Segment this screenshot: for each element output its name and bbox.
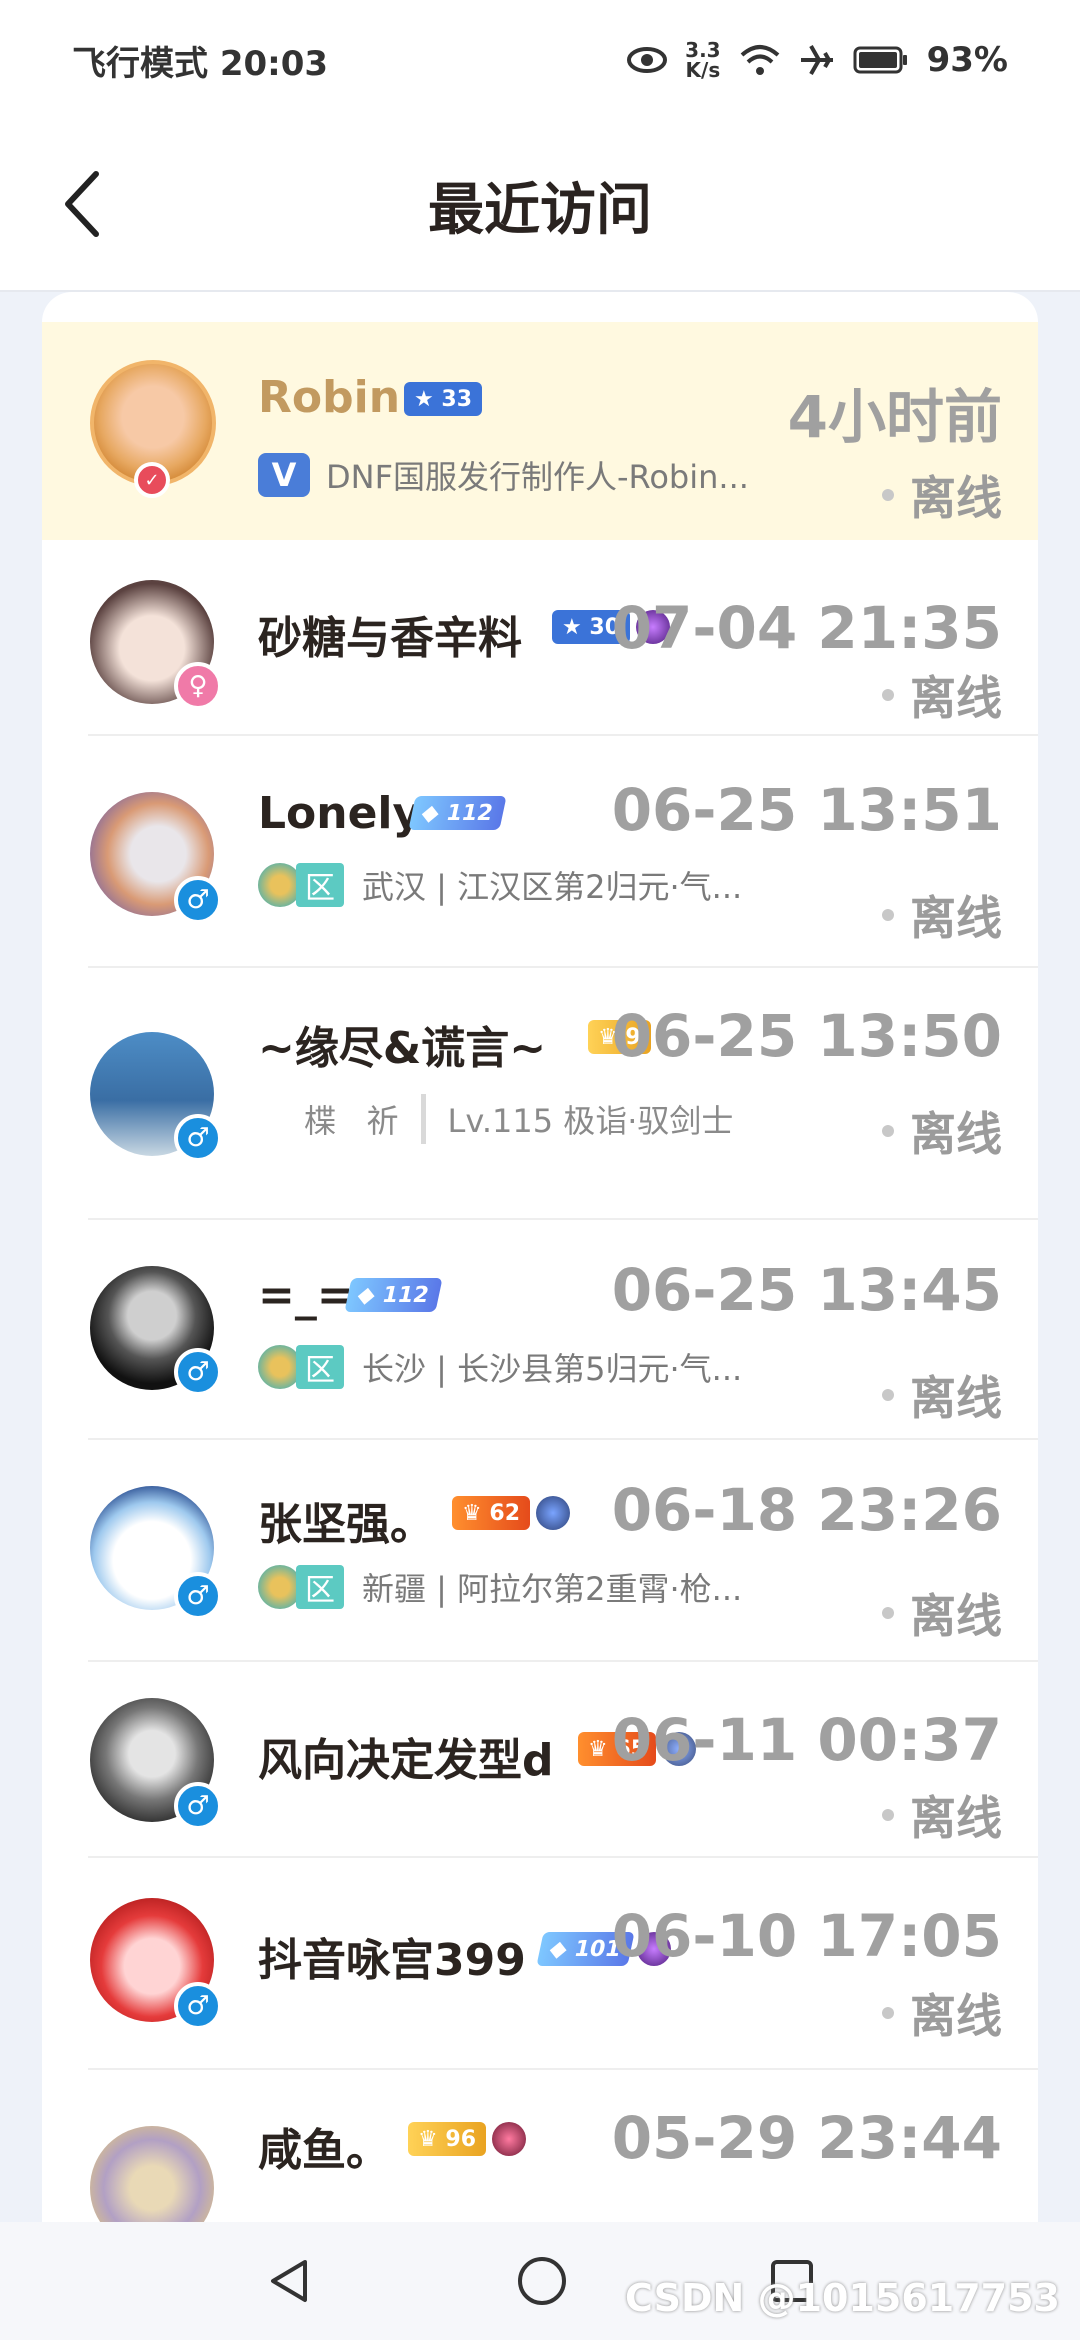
verified-badge: ✓ [134, 462, 170, 498]
gender-male-icon: ♂ [174, 1348, 222, 1396]
visitor-row[interactable]: ♂ 张坚强。 ♛ 62 06-18 23:26 区 新疆 | 阿拉尔第2重霄·枪… [42, 1440, 1038, 1662]
region-badge: 区 [258, 1565, 344, 1609]
visitor-subtitle: 楪 祈 Lv.115 极诣·驭剑士 [304, 1094, 733, 1144]
visitor-name: 张坚强。 [258, 1499, 434, 1550]
status-dot-icon [882, 1389, 894, 1401]
status-time: 飞行模式 20:03 [72, 43, 329, 84]
airplane-icon [800, 45, 833, 75]
visitor-name: ~缘尽&谎言~ [258, 1023, 547, 1074]
visitor-list: ✓ Robin ★ 33 4小时前 V DNF国服发行制作人-Robin... … [42, 292, 1038, 2222]
status-dot-icon [882, 1809, 894, 1821]
status-dot-icon [882, 2007, 894, 2019]
visitor-subtitle: 区 武汉 | 江汉区第2归元·气... [258, 862, 742, 908]
visitor-row[interactable]: ♂ 抖音咏宫399 ◆ 101 06-10 17:05 离线 [42, 1858, 1038, 2070]
page-title: 最近访问 [428, 177, 652, 243]
online-status: 离线 [882, 1580, 1002, 1646]
visitor-subtitle: 区 长沙 | 长沙县第5归元·气... [258, 1344, 742, 1390]
level-badge: ♛ 62 [452, 1496, 531, 1530]
verified-v-icon: V [258, 453, 310, 497]
level-badge: ◆ 112 [408, 796, 507, 830]
visitor-name: =_= [258, 1270, 354, 1321]
region-badge: 区 [258, 863, 344, 907]
visit-time: 05-29 23:44 [611, 2104, 1002, 2172]
page-header: 最近访问 [0, 120, 1080, 292]
level-badge: ♛ 96 [408, 2122, 487, 2156]
online-status: 离线 [882, 1098, 1002, 1164]
rank-emblem-icon [536, 1496, 571, 1530]
status-dot-icon [882, 1607, 894, 1619]
visitor-name: 咸鱼。 [258, 2125, 390, 2176]
status-dot-icon [882, 1125, 894, 1137]
online-status: 离线 [882, 1782, 1002, 1848]
visit-time: 06-10 17:05 [611, 1902, 1002, 1970]
avatar[interactable] [90, 2126, 214, 2222]
level-badge: ★ 33 [404, 382, 483, 416]
gender-male-icon: ♂ [174, 1982, 222, 2030]
nav-home-icon[interactable] [515, 2254, 569, 2308]
status-dot-icon [882, 689, 894, 701]
visitor-row[interactable]: ♀ 砂糖与香辛料 ★ 30 07-04 21:35 离线 [42, 540, 1038, 736]
back-arrow-icon[interactable] [56, 164, 116, 244]
status-dot-icon [882, 489, 894, 501]
level-badges: ◆ 112 [344, 1278, 443, 1312]
status-dot-icon [882, 909, 894, 921]
online-status: 离线 [882, 1362, 1002, 1428]
visitor-row[interactable]: ♂ 风向决定发型d ♛ 65 06-11 00:37 离线 [42, 1662, 1038, 1858]
visit-time: 06-11 00:37 [611, 1706, 1002, 1774]
status-icons: 3.3 K/s 93% [627, 40, 1008, 80]
visitor-row[interactable]: ♂ Lonely ◆ 112 06-25 13:51 区 武汉 | 江汉区第2归… [42, 736, 1038, 968]
level-badges: ♛ 96 [408, 2122, 527, 2156]
status-bar: 飞行模式 20:03 3.3 K/s 93% [0, 0, 1080, 120]
online-status: 离线 [882, 462, 1002, 528]
gender-male-icon: ♂ [174, 876, 222, 924]
gender-male-icon: ♂ [174, 1114, 222, 1162]
level-badges: ♛ 62 [452, 1496, 571, 1530]
visit-time: 06-25 13:51 [611, 776, 1002, 844]
network-speed: 3.3 K/s [685, 38, 721, 82]
visitor-name: 抖音咏宫399 [258, 1935, 526, 1986]
level-badge: ◆ 112 [344, 1278, 443, 1312]
eye-icon [627, 47, 668, 73]
visit-time: 06-25 13:50 [611, 1002, 1002, 1070]
visit-time: 4小时前 [787, 383, 1002, 451]
visitor-row[interactable]: 咸鱼。 ♛ 96 05-29 23:44 [42, 2070, 1038, 2222]
visitor-row[interactable]: ♂ ~缘尽&谎言~ ♛ 9 06-25 13:50 楪 祈 Lv.115 极诣·… [42, 968, 1038, 1220]
rank-emblem-icon [492, 2122, 527, 2156]
online-status: 离线 [882, 882, 1002, 948]
gender-female-icon: ♀ [174, 662, 222, 710]
visitor-name: Robin [258, 372, 401, 423]
wifi-icon [740, 45, 779, 75]
visitor-subtitle: 区 新疆 | 阿拉尔第2重霄·枪... [258, 1564, 742, 1610]
level-badges: ◆ 112 [408, 796, 507, 830]
gender-male-icon: ♂ [174, 1572, 222, 1620]
visit-time: 06-25 13:45 [611, 1256, 1002, 1324]
online-status: 离线 [882, 1980, 1002, 2046]
battery-icon [853, 46, 907, 74]
level-badges: ★ 33 [404, 382, 483, 416]
visit-time: 07-04 21:35 [611, 594, 1002, 662]
visitor-row[interactable]: ✓ Robin ★ 33 4小时前 V DNF国服发行制作人-Robin... … [42, 322, 1038, 540]
visitor-name: Lonely [258, 788, 422, 839]
region-badge: 区 [258, 1345, 344, 1389]
gender-male-icon: ♂ [174, 1782, 222, 1830]
separator [420, 1094, 426, 1144]
visitor-row[interactable]: ♂ =_= ◆ 112 06-25 13:45 区 长沙 | 长沙县第5归元·气… [42, 1220, 1038, 1440]
visitor-subtitle: V DNF国服发行制作人-Robin... [258, 452, 749, 498]
nav-back-icon[interactable] [265, 2256, 315, 2306]
battery-level: 93% [926, 40, 1008, 80]
online-status: 离线 [882, 662, 1002, 728]
visitor-name: 砂糖与香辛料 [258, 613, 522, 664]
visitor-name: 风向决定发型d [258, 1735, 554, 1786]
visit-time: 06-18 23:26 [611, 1476, 1002, 1544]
watermark: CSDN @1015617753 [625, 2276, 1060, 2320]
